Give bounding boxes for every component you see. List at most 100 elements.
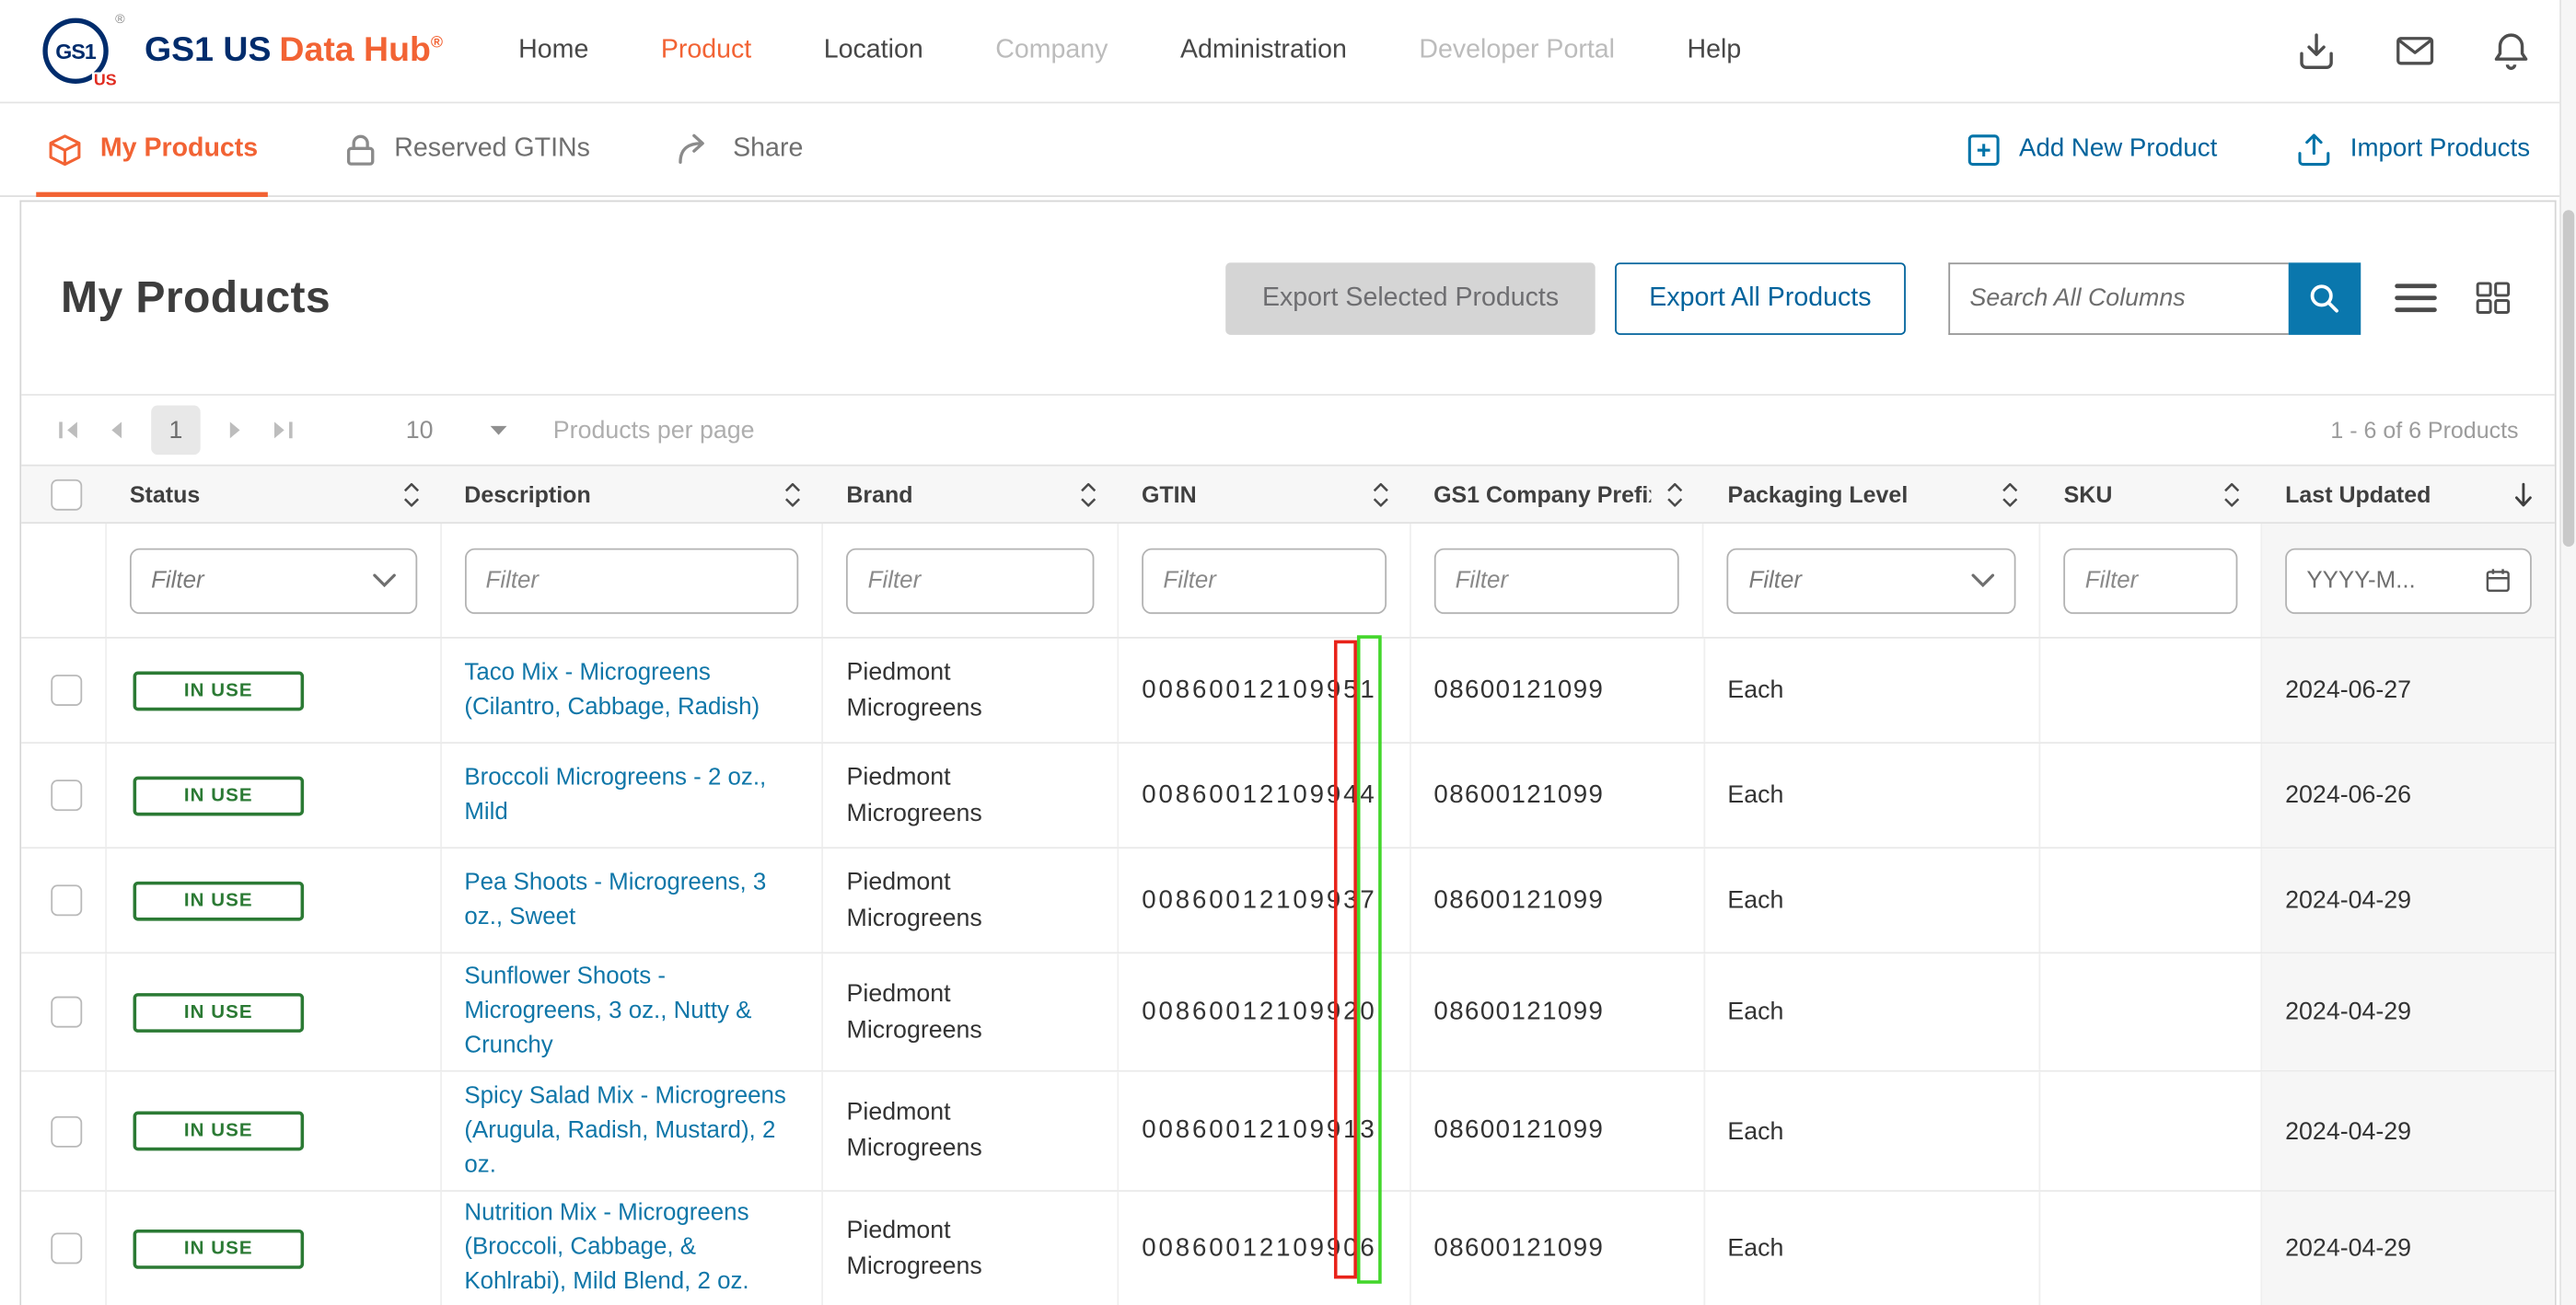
- package-icon: [46, 131, 84, 168]
- table-body: IN USE Taco Mix - Microgreens (Cilantro, …: [21, 638, 2555, 1305]
- status-badge: IN USE: [133, 1111, 305, 1151]
- cell-prefix: 08600121099: [1410, 1071, 1705, 1191]
- column-header-packaging_level[interactable]: Packaging Level: [1704, 467, 2040, 523]
- cell-checkbox: [21, 1191, 107, 1305]
- column-header-last_updated[interactable]: Last Updated: [2262, 467, 2555, 523]
- nav-location[interactable]: Location: [824, 36, 923, 65]
- previous-page-button[interactable]: [107, 421, 125, 440]
- product-description-link[interactable]: Nutrition Mix - Microgreens (Broccoli, C…: [464, 1196, 798, 1299]
- app-title-datahub: Data Hub: [279, 30, 431, 69]
- sort-toggle-icon[interactable]: [1651, 480, 1685, 508]
- vertical-scrollbar[interactable]: [2559, 0, 2576, 1305]
- main-nav: Home Product Location Company Administra…: [518, 36, 1741, 65]
- tab-my-products[interactable]: My Products: [36, 103, 268, 198]
- export-all-button[interactable]: Export All Products: [1614, 261, 1906, 334]
- hamburger-icon: [2394, 281, 2438, 315]
- export-selected-button[interactable]: Export Selected Products: [1225, 261, 1595, 334]
- column-label: Packaging Level: [1727, 480, 1909, 508]
- tab-share[interactable]: Share: [676, 103, 803, 195]
- page-size-value[interactable]: 10: [406, 416, 434, 444]
- filter-cell-last_updated: [2262, 523, 2555, 638]
- column-header-status[interactable]: Status: [107, 467, 441, 523]
- packaging_level-value: Each: [1727, 781, 1784, 810]
- nav-administration[interactable]: Administration: [1180, 36, 1347, 65]
- product-description-link[interactable]: Taco Mix - Microgreens (Cilantro, Cabbag…: [464, 656, 798, 725]
- column-header-description[interactable]: Description: [441, 467, 823, 523]
- cell-last_updated: 2024-04-29: [2262, 849, 2555, 953]
- scrollbar-thumb[interactable]: [2562, 210, 2575, 547]
- row-checkbox[interactable]: [51, 884, 83, 917]
- column-header-sku[interactable]: SKU: [2041, 467, 2263, 523]
- filter-input-brand[interactable]: [846, 547, 1095, 614]
- gtin-value: 00860012109937: [1142, 885, 1377, 914]
- import-products-button[interactable]: Import Products: [2292, 131, 2530, 168]
- tab-actions: Add New Product Import Products: [1965, 131, 2530, 168]
- add-new-product-button[interactable]: Add New Product: [1965, 131, 2217, 168]
- cell-gtin: 00860012109937: [1119, 849, 1411, 953]
- tab-reserved-gtins[interactable]: Reserved GTINs: [343, 103, 590, 195]
- product-description-link[interactable]: Spicy Salad Mix - Microgreens (Arugula, …: [464, 1080, 798, 1183]
- search-button[interactable]: [2288, 261, 2361, 334]
- column-header-gtin[interactable]: GTIN: [1119, 467, 1410, 523]
- cell-brand: Piedmont Microgreens: [824, 1071, 1120, 1191]
- sort-toggle-icon[interactable]: [387, 480, 421, 508]
- column-chooser-button[interactable]: [2471, 277, 2515, 318]
- notifications-icon[interactable]: [2489, 29, 2533, 73]
- sort-descending-icon[interactable]: [2499, 480, 2535, 508]
- mail-icon[interactable]: [2390, 29, 2440, 72]
- filter-input-prefix[interactable]: [1433, 547, 1680, 614]
- row-checkbox[interactable]: [51, 1114, 83, 1147]
- pagination-bar: 1 10 Products per page 1 - 6 of 6 Produc…: [21, 396, 2555, 465]
- calendar-icon[interactable]: [2484, 566, 2512, 594]
- row-checkbox[interactable]: [51, 675, 83, 706]
- gtin-value: 00860012109913: [1142, 1115, 1377, 1145]
- filter-select-packaging_level[interactable]: Filter: [1727, 547, 2016, 614]
- cell-checkbox: [21, 1071, 107, 1191]
- download-icon[interactable]: [2292, 29, 2341, 73]
- column-header-brand[interactable]: Brand: [823, 467, 1119, 523]
- last_updated-value: 2024-06-26: [2285, 781, 2412, 810]
- search-input[interactable]: [1948, 261, 2289, 334]
- cell-last_updated: 2024-04-29: [2262, 1191, 2555, 1305]
- row-checkbox[interactable]: [51, 996, 83, 1028]
- page-size-chevron-icon[interactable]: [489, 424, 507, 435]
- nav-product[interactable]: Product: [661, 36, 751, 65]
- nav-help[interactable]: Help: [1688, 36, 1742, 65]
- nav-home[interactable]: Home: [518, 36, 588, 65]
- brand-value: Piedmont Microgreens: [846, 867, 982, 932]
- cell-packaging_level: Each: [1704, 638, 2041, 743]
- cell-description: Sunflower Shoots - Microgreens, 3 oz., N…: [441, 953, 824, 1070]
- row-checkbox[interactable]: [51, 780, 83, 812]
- cell-sku: [2041, 849, 2263, 953]
- next-page-button[interactable]: [226, 421, 245, 440]
- column-header-prefix[interactable]: GS1 Company Prefix: [1410, 467, 1704, 523]
- nav-developer-portal: Developer Portal: [1419, 36, 1616, 64]
- menu-button[interactable]: [2394, 281, 2438, 315]
- action-label: Add New Product: [2019, 134, 2218, 163]
- action-label: Import Products: [2350, 134, 2531, 163]
- sort-toggle-icon[interactable]: [1356, 480, 1390, 508]
- filter-input-gtin[interactable]: [1142, 547, 1387, 614]
- last-page-button[interactable]: [271, 421, 294, 440]
- select-all-checkbox[interactable]: [51, 478, 83, 510]
- current-page-button[interactable]: 1: [151, 405, 201, 456]
- filter-cell-gtin: [1119, 523, 1411, 638]
- first-page-button[interactable]: [57, 421, 80, 440]
- status-badge: IN USE: [133, 670, 305, 710]
- sort-toggle-icon[interactable]: [2208, 480, 2242, 508]
- filter-select-status[interactable]: Filter: [129, 547, 417, 614]
- registered-mark: ®: [430, 34, 444, 53]
- product-description-link[interactable]: Broccoli Microgreens - 2 oz., Mild: [464, 761, 798, 830]
- filter-input-description[interactable]: [464, 547, 799, 614]
- cell-packaging_level: Each: [1704, 743, 2041, 848]
- packaging_level-value: Each: [1727, 998, 1784, 1026]
- product-description-link[interactable]: Sunflower Shoots - Microgreens, 3 oz., N…: [464, 960, 798, 1063]
- filter-input-sku[interactable]: [2063, 547, 2238, 614]
- sort-toggle-icon[interactable]: [1064, 480, 1098, 508]
- product-description-link[interactable]: Pea Shoots - Microgreens, 3 oz., Sweet: [464, 866, 798, 935]
- sort-toggle-icon[interactable]: [769, 480, 803, 508]
- sort-toggle-icon[interactable]: [1987, 480, 2021, 508]
- header-icons: [2292, 29, 2533, 73]
- row-checkbox[interactable]: [51, 1232, 83, 1265]
- share-icon: [676, 133, 717, 167]
